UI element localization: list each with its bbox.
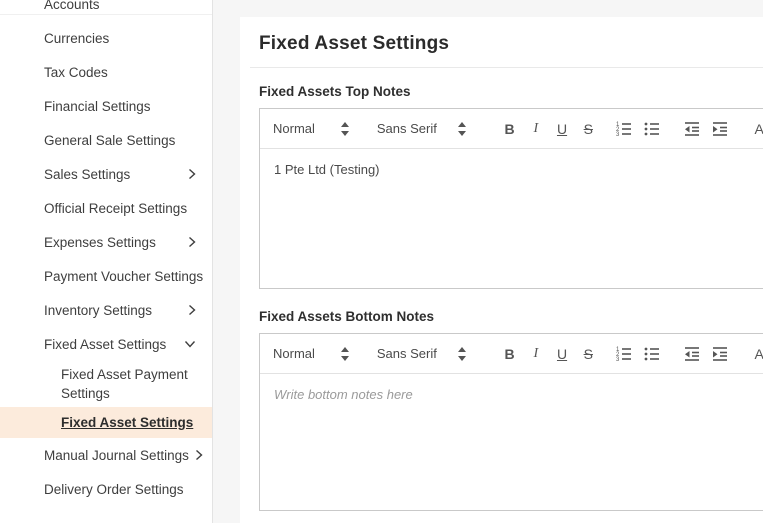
bottom-notes-textarea[interactable]: Write bottom notes here [260, 374, 763, 510]
top-notes-text: 1 Pte Ltd (Testing) [274, 162, 380, 177]
text-color-button[interactable]: A [751, 347, 763, 361]
sidebar-item-label: Accounts [44, 0, 100, 12]
indent-button[interactable] [711, 120, 729, 138]
sidebar-item-label: Manual Journal Settings [44, 448, 189, 463]
sidebar-item-label: Expenses Settings [44, 235, 156, 250]
settings-page: Accounts Currencies Tax Codes Financial … [0, 0, 763, 523]
underline-button[interactable]: U [549, 334, 575, 374]
indent-buttons-group [683, 120, 729, 138]
ordered-list-button[interactable]: 1 2 3 [615, 345, 633, 363]
sidebar-item-label: Fixed Asset Settings [61, 415, 193, 430]
sidebar-item-label: Financial Settings [44, 99, 151, 114]
paragraph-format-select[interactable]: Normal [273, 346, 349, 361]
sidebar-item-sales-settings[interactable]: Sales Settings [0, 157, 212, 191]
page-title: Fixed Asset Settings [259, 31, 763, 57]
format-select-value: Normal [273, 121, 315, 136]
paragraph-format-select[interactable]: Normal [273, 121, 349, 136]
outdent-button[interactable] [683, 120, 701, 138]
underline-button[interactable]: U [549, 109, 575, 149]
select-arrows-icon [341, 122, 349, 136]
font-family-select[interactable]: Sans Serif [377, 346, 467, 361]
sidebar-item-payment-voucher-settings[interactable]: Payment Voucher Settings [0, 259, 212, 293]
sidebar-item-label: Currencies [44, 31, 109, 46]
chevron-down-icon [184, 340, 196, 348]
chevron-right-icon [188, 168, 196, 180]
sidebar-item-label: Delivery Order Settings [44, 482, 184, 497]
strikethrough-button[interactable]: S [575, 334, 601, 374]
strikethrough-button[interactable]: S [575, 109, 601, 149]
fixed-asset-settings-panel: Fixed Asset Settings Fixed Assets Top No… [240, 17, 763, 523]
list-buttons-group: 1 2 3 [615, 345, 661, 363]
sidebar-item-tax-codes[interactable]: Tax Codes [0, 55, 212, 89]
text-color-label: A [751, 347, 763, 361]
italic-button[interactable]: I [523, 334, 549, 374]
sidebar-item-label: Sales Settings [44, 167, 130, 182]
text-color-button[interactable]: A [751, 122, 763, 136]
format-select-value: Normal [273, 346, 315, 361]
bottom-notes-placeholder: Write bottom notes here [274, 387, 413, 402]
sidebar-item-label: General Sale Settings [44, 133, 175, 148]
sidebar-item-expenses-settings[interactable]: Expenses Settings [0, 225, 212, 259]
bold-button[interactable]: B [496, 109, 522, 149]
top-notes-label: Fixed Assets Top Notes [259, 84, 763, 99]
select-arrows-icon [341, 347, 349, 361]
text-color-label: A [751, 122, 763, 136]
chevron-right-icon [188, 236, 196, 248]
editor-toolbar: Normal Sans Serif B I U S 1 [260, 109, 763, 149]
svg-text:3: 3 [616, 357, 620, 363]
sidebar-item-fixed-asset-settings-group[interactable]: Fixed Asset Settings [0, 327, 212, 361]
sidebar-item-fixed-asset-settings-selected[interactable]: Fixed Asset Settings [0, 407, 212, 438]
sidebar-item-manual-journal-settings[interactable]: Manual Journal Settings [0, 438, 212, 472]
sidebar-item-currencies[interactable]: Currencies [0, 21, 212, 55]
sidebar-divider [0, 14, 212, 15]
sidebar-item-official-receipt-settings[interactable]: Official Receipt Settings [0, 191, 212, 225]
bullet-list-button[interactable] [643, 120, 661, 138]
sidebar-item-fixed-asset-payment-settings[interactable]: Fixed Asset Payment Settings [0, 361, 212, 407]
indent-buttons-group [683, 345, 729, 363]
font-select-value: Sans Serif [377, 346, 437, 361]
bottom-notes-label: Fixed Assets Bottom Notes [259, 309, 763, 324]
title-divider [250, 67, 763, 68]
sidebar-item-label: Tax Codes [44, 65, 108, 80]
bottom-notes-editor: Normal Sans Serif B I U S 1 [259, 333, 763, 511]
editor-toolbar: Normal Sans Serif B I U S 1 [260, 334, 763, 374]
sidebar-item-label: Fixed Asset Payment Settings [61, 365, 196, 403]
sidebar-item-label: Fixed Asset Settings [44, 337, 166, 352]
bullet-list-button[interactable] [643, 345, 661, 363]
select-arrows-icon [458, 347, 466, 361]
sidebar-item-general-sale-settings[interactable]: General Sale Settings [0, 123, 212, 157]
sidebar-item-label: Payment Voucher Settings [44, 269, 203, 284]
indent-button[interactable] [711, 345, 729, 363]
sidebar-item-financial-settings[interactable]: Financial Settings [0, 89, 212, 123]
select-arrows-icon [458, 122, 466, 136]
sidebar-item-accounts[interactable]: Accounts [0, 0, 212, 14]
top-notes-textarea[interactable]: 1 Pte Ltd (Testing) [260, 149, 763, 288]
sidebar-item-inventory-settings[interactable]: Inventory Settings [0, 293, 212, 327]
sidebar-item-label: Inventory Settings [44, 303, 152, 318]
italic-button[interactable]: I [523, 109, 549, 149]
font-family-select[interactable]: Sans Serif [377, 121, 467, 136]
ordered-list-button[interactable]: 1 2 3 [615, 120, 633, 138]
chevron-right-icon [195, 449, 203, 461]
sidebar-item-delivery-order-settings[interactable]: Delivery Order Settings [0, 472, 212, 506]
sidebar-item-label: Official Receipt Settings [44, 201, 187, 216]
font-select-value: Sans Serif [377, 121, 437, 136]
chevron-right-icon [188, 304, 196, 316]
svg-text:3: 3 [616, 132, 620, 138]
top-notes-editor: Normal Sans Serif B I U S 1 [259, 108, 763, 289]
outdent-button[interactable] [683, 345, 701, 363]
bold-button[interactable]: B [496, 334, 522, 374]
settings-sidebar: Accounts Currencies Tax Codes Financial … [0, 0, 213, 523]
list-buttons-group: 1 2 3 [615, 120, 661, 138]
